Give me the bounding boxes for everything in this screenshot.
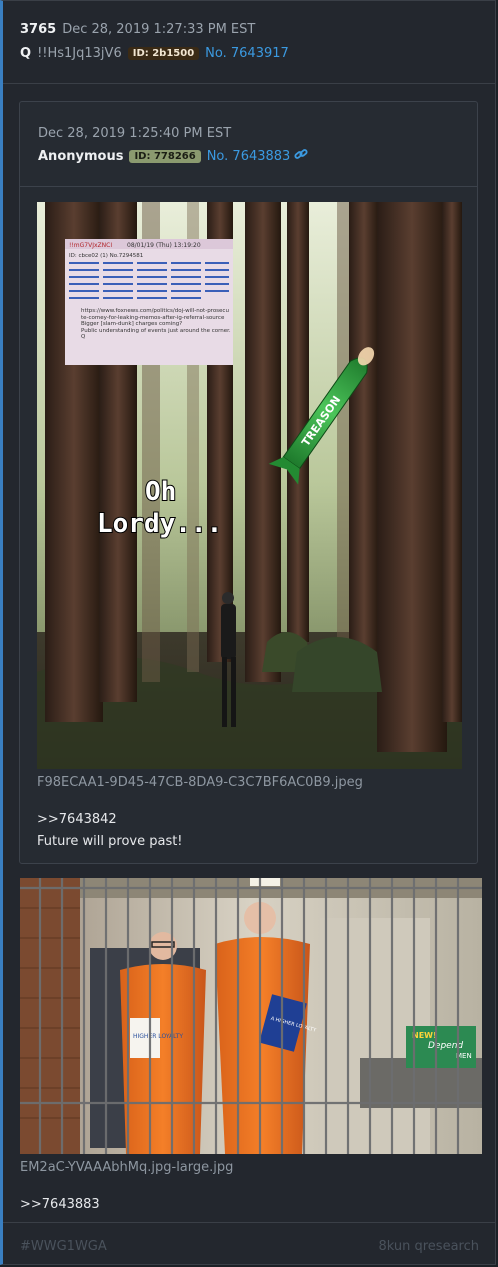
box-label-new: NEW! <box>412 1031 437 1040</box>
quoted-post-link[interactable]: No. 7643883 <box>207 149 291 164</box>
note-id: ID: cbce02 (1) No.7294581 <box>69 253 143 259</box>
post-meta-line: 3765 Dec 28, 2019 1:27:33 PM EST <box>20 22 255 37</box>
forest-meme-image[interactable]: !!mG7VJxZNCI 08/01/19 (Thu) 13:19:20 ID:… <box>37 202 462 769</box>
note-q2: Public understanding of events just arou… <box>81 327 231 334</box>
overlay-line-2: Lordy... <box>97 509 222 539</box>
quoted-post: Dec 28, 2019 1:25:40 PM EST Anonymous ID:… <box>19 101 478 864</box>
post-date: Dec 28, 2019 1:27:33 PM EST <box>62 22 256 37</box>
quoted-author-line: Anonymous ID: 778266 No. 7643883 <box>38 148 308 165</box>
quoted-post-date: Dec 28, 2019 1:25:40 PM EST <box>38 126 232 141</box>
tripcode: !!Hs1Jq13jV6 <box>37 46 122 61</box>
quoted-message: Future will prove past! <box>37 834 183 849</box>
note-name: !!mG7VJxZNCI <box>69 242 112 249</box>
post-author-line: Q !!Hs1Jq13jV6 ID: 2b1500 No. 7643917 <box>20 46 289 61</box>
post-footer: #WWG1WGA 8kun qresearch <box>3 1222 495 1267</box>
note-sign: Q <box>81 334 86 340</box>
prison-meme-image[interactable]: NEW! Depend MEN HIGHER LOYALTY A HIGHER … <box>20 878 482 1154</box>
post-number: 3765 <box>20 22 57 37</box>
hashtag: #WWG1WGA <box>20 1239 107 1254</box>
poster-id-badge[interactable]: ID: 2b1500 <box>127 47 200 60</box>
book-left: HIGHER LOYALTY <box>133 1033 183 1040</box>
attachment-filename[interactable]: EM2aC-YVAAAbhMq.jpg-large.jpg <box>20 1160 233 1175</box>
post-header: 3765 Dec 28, 2019 1:27:33 PM EST Q !!Hs1Jq… <box>3 1 495 84</box>
reply-reference[interactable]: >>7643842 <box>37 812 117 827</box>
image-filename[interactable]: F98ECAA1-9D45-47CB-8DA9-C3C7BF6AC0B9.jpe… <box>37 775 363 790</box>
attachment-reply-reference[interactable]: >>7643883 <box>20 1197 100 1212</box>
overlay-line-1: Oh <box>145 477 176 507</box>
board-name[interactable]: 8kun qresearch <box>378 1239 479 1254</box>
q-post: 3765 Dec 28, 2019 1:27:33 PM EST Q !!Hs1Jq… <box>0 0 496 1265</box>
post-number-link[interactable]: No. 7643917 <box>205 46 289 61</box>
note-date: 08/01/19 (Thu) 13:19:20 <box>127 242 201 249</box>
quoted-post-header: Dec 28, 2019 1:25:40 PM EST Anonymous ID:… <box>20 102 477 187</box>
note-url: https://www.foxnews.com/politics/doj-wil… <box>81 308 229 321</box>
link-icon[interactable] <box>294 148 308 165</box>
author-name: Q <box>20 46 32 61</box>
quoted-author-name: Anonymous <box>38 149 124 164</box>
quoted-id-badge[interactable]: ID: 778266 <box>129 150 201 163</box>
